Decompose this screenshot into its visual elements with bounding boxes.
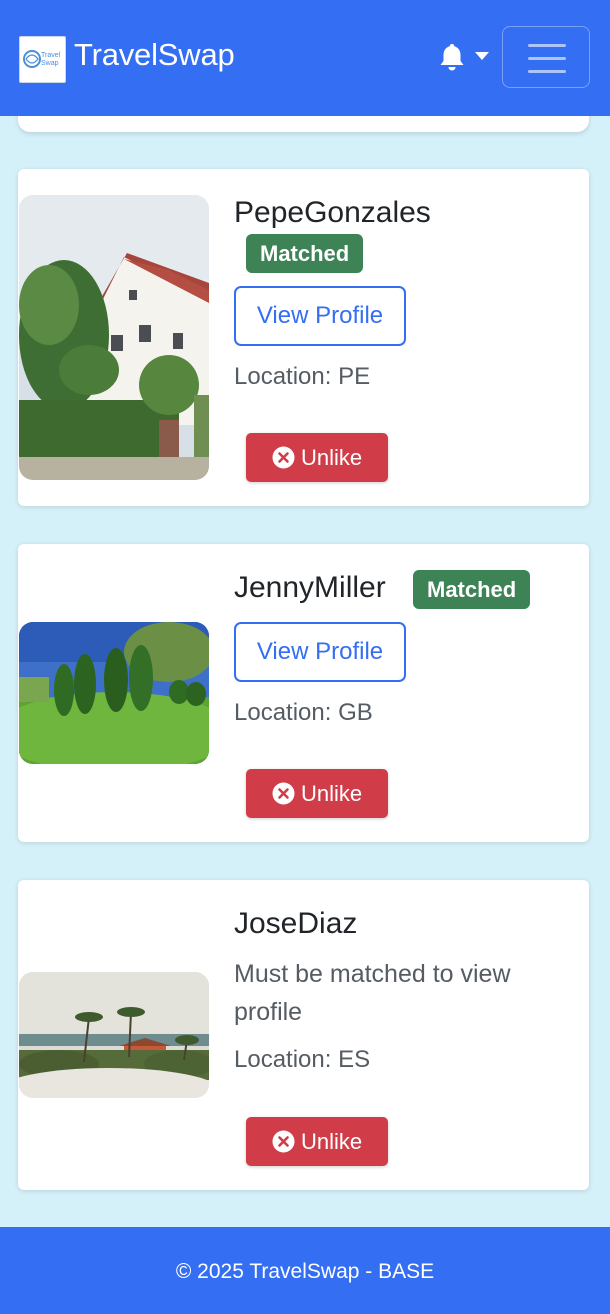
view-profile-button[interactable]: View Profile [234,622,406,682]
caret-down-icon[interactable] [475,52,489,60]
view-profile-button[interactable]: View Profile [234,286,406,346]
property-image [19,195,209,480]
match-card: PepeGonzales Matched View Profile Locati… [18,169,589,506]
unlike-label: Unlike [301,781,363,806]
property-image [19,972,209,1098]
unlike-button[interactable]: Unlike [246,769,388,818]
match-username: JoseDiaz [234,907,358,940]
close-circle-icon [272,1130,295,1153]
close-circle-icon [272,446,295,469]
match-card: JennyMiller Matched View Profile Locatio… [18,544,589,842]
match-card: JoseDiaz Must be matched to view profile… [18,880,589,1190]
match-note: Must be matched to view profile [234,960,511,1026]
unlike-button[interactable]: Unlike [246,433,388,482]
match-username: PepeGonzales [234,196,431,229]
match-location: Location: GB [234,699,373,726]
footer: © 2025 TravelSwap - BASE [0,1227,610,1314]
property-image [19,622,209,764]
unlike-label: Unlike [301,445,363,470]
bell-icon[interactable] [438,42,466,72]
footer-text: © 2025 TravelSwap - BASE [175,1260,435,1283]
matched-badge: Matched [246,234,364,273]
brand-name[interactable]: TravelSwap [74,36,235,74]
navbar: Travel Swap TravelSwap [0,0,610,116]
svg-text:Travel: Travel [41,52,61,59]
menu-toggle-button[interactable] [502,26,590,88]
brand-logo[interactable]: Travel Swap [19,36,66,83]
match-location: Location: PE [234,363,371,390]
hamburger-bar [528,70,566,73]
match-username: JennyMiller [234,571,386,604]
hamburger-icon [528,44,566,47]
matched-badge: Matched [413,570,531,609]
svg-text:Swap: Swap [41,60,59,67]
match-location: Location: ES [234,1046,371,1073]
unlike-button[interactable]: Unlike [246,1117,388,1166]
travelswap-logo-icon: Travel Swap [23,50,61,68]
unlike-label: Unlike [301,1129,363,1154]
close-circle-icon [272,782,295,805]
hamburger-bar [528,57,566,60]
